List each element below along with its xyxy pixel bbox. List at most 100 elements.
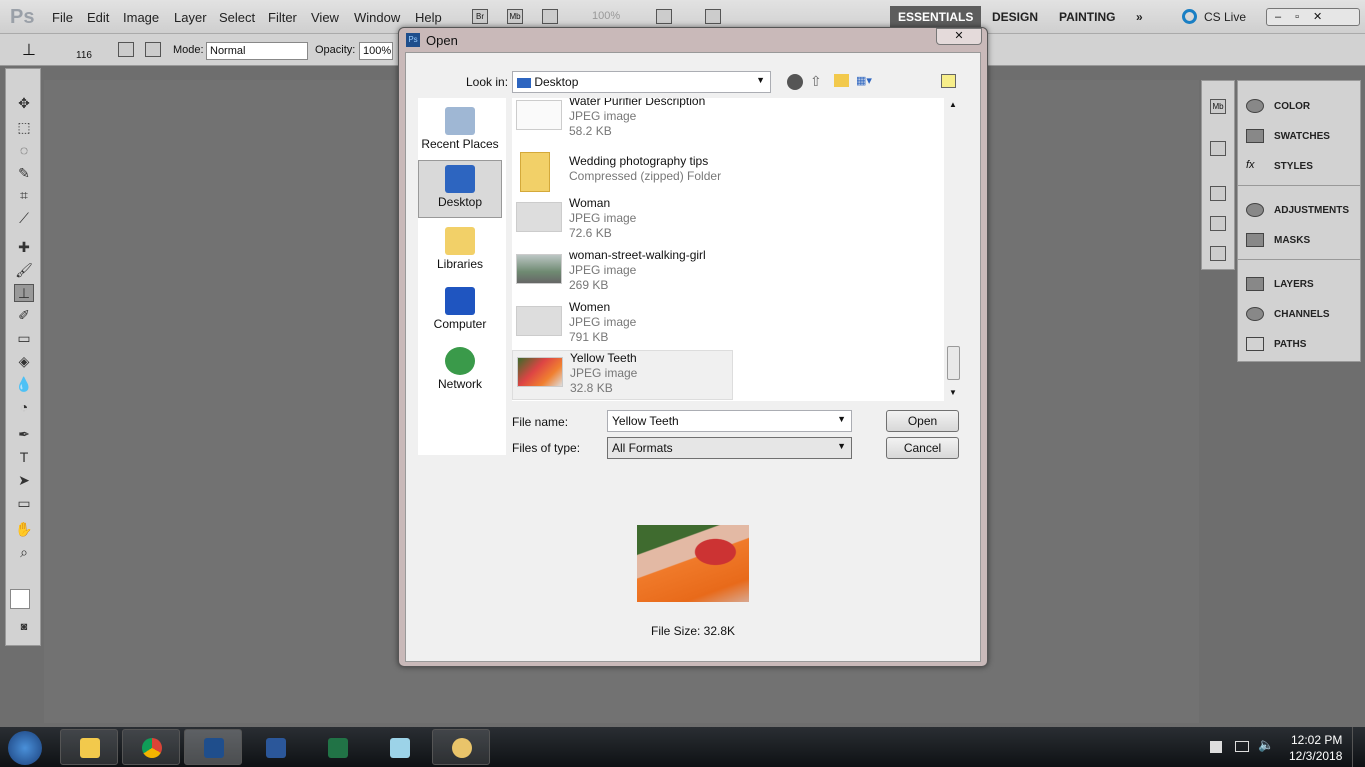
brush-size[interactable]: 116 (76, 50, 92, 61)
file-list-scrollbar[interactable]: ▲ ▼ (945, 98, 962, 401)
pen-tool-icon[interactable]: ✒ (14, 426, 34, 444)
file-type-select[interactable]: All Formats ▼ (607, 437, 852, 459)
quick-select-tool-icon[interactable]: ✎ (14, 165, 34, 183)
menu-window[interactable]: Window (354, 10, 400, 25)
file-name-input[interactable]: Yellow Teeth ▼ (607, 410, 852, 432)
menu-select[interactable]: Select (219, 10, 255, 25)
notes-icon (390, 738, 410, 758)
paint-bucket-tool-icon[interactable]: ◈ (14, 353, 34, 371)
stamp-toggle-icon[interactable] (145, 42, 161, 57)
lasso-tool-icon[interactable]: ◌ (14, 142, 34, 160)
path-select-tool-icon[interactable]: ➤ (14, 472, 34, 490)
eyedropper-tool-icon[interactable]: ⟋ (14, 210, 34, 228)
back-icon[interactable] (787, 74, 803, 90)
scroll-down-icon[interactable]: ▼ (949, 388, 957, 397)
mini-bridge-button[interactable]: Mb (507, 9, 523, 24)
mini-bridge-panel-icon[interactable]: Mb (1210, 99, 1226, 114)
menu-file[interactable]: File (52, 10, 73, 25)
cs-live-icon (1182, 9, 1197, 24)
clone-stamp-tool-icon[interactable]: ⊥ (14, 284, 34, 302)
up-folder-icon[interactable]: ⇧ (810, 73, 822, 90)
taskbar-photoshop[interactable] (184, 729, 242, 765)
place-computer[interactable]: Computer (418, 283, 502, 331)
blur-tool-icon[interactable]: 💧 (14, 376, 34, 394)
clock-time[interactable]: 12:02 PM (1291, 733, 1342, 747)
brush-presets-icon[interactable] (1210, 186, 1226, 201)
volume-icon[interactable]: 🔈 (1258, 737, 1274, 753)
computer-icon (445, 287, 475, 315)
hand-tool-icon[interactable]: ✋ (14, 521, 34, 539)
place-network[interactable]: Network (418, 343, 502, 391)
menu-image[interactable]: Image (123, 10, 159, 25)
clock-date[interactable]: 12/3/2018 (1289, 749, 1342, 763)
chevron-down-icon: ▼ (756, 75, 765, 85)
zoom-level[interactable]: 100% (592, 10, 620, 22)
file-item[interactable]: Water Purifier Description JPEG image 58.2… (512, 98, 942, 146)
view-menu-icon[interactable]: ▦▾ (856, 74, 880, 88)
taskbar-word[interactable] (246, 729, 304, 765)
screen-mode-icon[interactable] (705, 9, 721, 24)
place-desktop[interactable]: Desktop (418, 160, 502, 218)
bridge-button[interactable]: Br (472, 9, 488, 24)
marquee-tool-icon[interactable]: ⬚ (14, 119, 34, 137)
healing-brush-tool-icon[interactable]: ✚ (14, 239, 34, 257)
more-workspaces-icon[interactable]: » (1128, 6, 1151, 28)
opacity-field[interactable]: 100% (359, 42, 393, 60)
scroll-up-icon[interactable]: ▲ (949, 100, 957, 109)
show-desktop-button[interactable] (1352, 727, 1365, 767)
workspace-essentials[interactable]: ESSENTIALS (890, 6, 982, 28)
cs-live-button[interactable]: CS Live (1204, 10, 1246, 24)
cancel-button[interactable]: Cancel (886, 437, 959, 459)
places-bar: Recent Places Desktop Libraries Computer… (418, 98, 506, 455)
adobe-dialog-icon[interactable] (941, 74, 956, 88)
place-recent-places[interactable]: Recent Places (418, 103, 502, 151)
workspace-design[interactable]: DESIGN (984, 6, 1046, 28)
desktop-icon (445, 165, 475, 193)
network-tray-icon[interactable] (1235, 741, 1249, 752)
menu-view[interactable]: View (311, 10, 339, 25)
clone-stamp-tool-icon[interactable]: ⊥ (22, 40, 36, 60)
taskbar-paint[interactable] (432, 729, 490, 765)
window-controls[interactable]: –▫✕ (1266, 8, 1360, 26)
taskbar-excel[interactable] (308, 729, 366, 765)
file-item-selected[interactable]: Yellow Teeth JPEG image 32.8 KB (512, 350, 733, 400)
shape-tool-icon[interactable]: ▭ (14, 495, 34, 513)
file-item[interactable]: Women JPEG image 791 KB (512, 300, 942, 352)
crop-tool-icon[interactable]: ⌗ (14, 187, 34, 205)
type-tool-icon[interactable]: T (14, 449, 34, 467)
menu-layer[interactable]: Layer (174, 10, 207, 25)
close-button[interactable]: ✕ (936, 28, 982, 45)
clone-source-icon[interactable] (118, 42, 134, 57)
open-button[interactable]: Open (886, 410, 959, 432)
place-libraries[interactable]: Libraries (418, 223, 502, 271)
menu-help[interactable]: Help (415, 10, 442, 25)
workspace-painting[interactable]: PAINTING (1051, 6, 1123, 28)
look-in-select[interactable]: Desktop ▼ (512, 71, 771, 93)
brush-tool-icon[interactable]: 🖌 (14, 262, 34, 280)
taskbar-explorer[interactable] (60, 729, 118, 765)
eraser-tool-icon[interactable]: ▭ (14, 330, 34, 348)
taskbar-notes[interactable] (370, 729, 428, 765)
tool-presets-icon[interactable] (1210, 246, 1226, 261)
paths-icon (1246, 337, 1264, 351)
file-item[interactable]: Woman JPEG image 72.6 KB (512, 196, 942, 248)
new-folder-icon[interactable] (834, 74, 849, 87)
quick-mask-icon[interactable]: ◙ (14, 621, 34, 639)
menu-filter[interactable]: Filter (268, 10, 297, 25)
view-extras-icon[interactable] (542, 9, 558, 24)
file-item[interactable]: woman-street-walking-girl JPEG image 269 K… (512, 248, 942, 300)
move-tool-icon[interactable]: ✥ (14, 95, 34, 113)
foreground-color-swatch[interactable] (10, 589, 30, 609)
zoom-tool-icon[interactable]: ⌕ (14, 544, 34, 562)
mode-select[interactable]: Normal (206, 42, 308, 60)
action-center-flag-icon[interactable] (1210, 741, 1222, 753)
scroll-thumb[interactable] (947, 346, 960, 380)
history-brush-tool-icon[interactable]: ✐ (14, 307, 34, 325)
history-panel-icon[interactable] (1210, 141, 1226, 156)
arrange-documents-icon[interactable] (656, 9, 672, 24)
taskbar-chrome[interactable] (122, 729, 180, 765)
menu-edit[interactable]: Edit (87, 10, 109, 25)
clone-source-panel-icon[interactable] (1210, 216, 1226, 231)
dodge-tool-icon[interactable]: ◔ (14, 399, 34, 417)
start-button[interactable] (8, 731, 42, 765)
